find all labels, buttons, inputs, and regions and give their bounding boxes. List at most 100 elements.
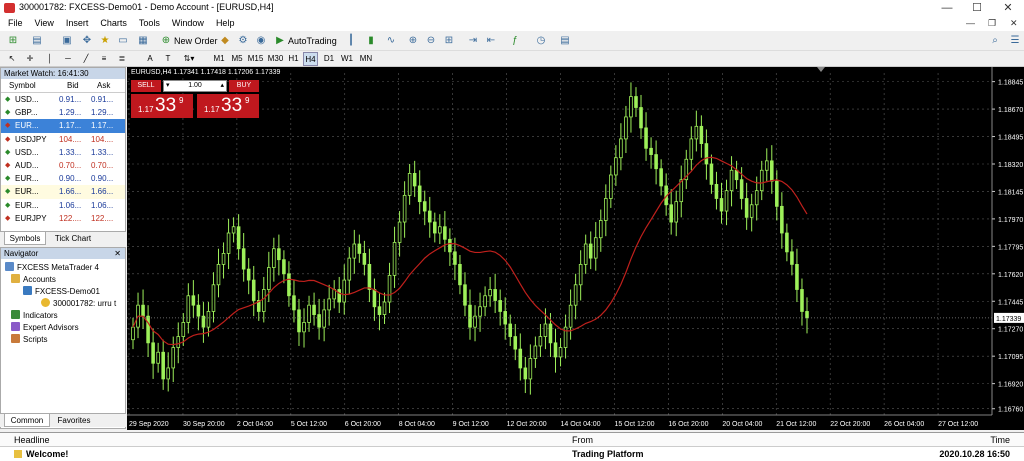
nav-account[interactable]: 300001782: urru t <box>41 298 116 309</box>
market-watch-row[interactable]: USD... 1.33... 1.33... <box>1 146 125 159</box>
bid-column-header[interactable]: Bid <box>67 79 79 93</box>
menu-charts[interactable]: Charts <box>94 16 133 31</box>
chart-window[interactable]: 29 Sep 2020 30 Sep 20:00 2 Oct 04:00 5 Oct … <box>127 67 1024 430</box>
timeframe-h4[interactable]: H4 <box>303 52 318 66</box>
navigator-icon[interactable]: ★ <box>98 34 112 48</box>
market-watch-row[interactable]: EUR... 0.90... 0.90... <box>1 172 125 185</box>
tile-windows-icon[interactable]: ⊞ <box>442 34 456 48</box>
child-close-button[interactable]: ✕ <box>1010 16 1018 31</box>
arrows-icon[interactable]: ⇅▾ <box>180 52 198 66</box>
timeframe-m5[interactable]: M5 <box>230 52 244 66</box>
tab-symbols[interactable]: Symbols <box>4 232 46 245</box>
lot-size-input[interactable]: ▾ 1.00 ▴ <box>163 80 227 92</box>
periods-icon[interactable]: ◷ <box>534 34 548 48</box>
tab-favorites[interactable]: Favorites <box>52 414 96 427</box>
label-icon[interactable]: T <box>162 52 174 66</box>
zoom-in-icon[interactable]: ⊕ <box>406 34 420 48</box>
maximize-button[interactable]: ☐ <box>962 0 992 16</box>
timeframe-h1[interactable]: H1 <box>287 52 300 66</box>
market-watch-row[interactable]: AUD... 0.70... 0.70... <box>1 159 125 172</box>
candle-body <box>764 160 769 171</box>
channel-icon[interactable]: ≡ <box>98 52 110 66</box>
lot-decrease-icon[interactable]: ▾ <box>166 81 170 91</box>
candle-body <box>709 163 714 185</box>
tab-tick-chart[interactable]: Tick Chart <box>50 232 96 245</box>
child-minimize-button[interactable]: — <box>966 16 975 31</box>
market-watch-row[interactable]: GBP... 1.29... 1.29... <box>1 106 125 119</box>
timeframe-w1[interactable]: W1 <box>340 52 354 66</box>
navigator-close-icon[interactable]: ✕ <box>114 248 121 259</box>
data-window-icon[interactable]: ✥ <box>80 34 94 48</box>
timeframe-m1[interactable]: M1 <box>212 52 226 66</box>
profiles-icon[interactable]: ▤ <box>30 34 44 48</box>
tab-common[interactable]: Common <box>4 414 50 427</box>
market-watch-row[interactable]: USD... 0.91... 0.91... <box>1 93 125 106</box>
candlestick-icon[interactable]: ▮ <box>364 34 378 48</box>
horizontal-line-icon[interactable]: ─ <box>62 52 74 66</box>
sell-price-button[interactable]: 1.17 33 9 <box>131 94 193 118</box>
symbol-column-header[interactable]: Symbol <box>9 79 36 93</box>
indicators-icon[interactable]: ƒ <box>508 34 522 48</box>
text-icon[interactable]: A <box>144 52 156 66</box>
terminal-icon[interactable]: ▭ <box>116 34 130 48</box>
vertical-line-icon[interactable]: │ <box>44 52 56 66</box>
chart-shift-icon[interactable]: ⇤ <box>484 34 498 48</box>
timeframe-mn[interactable]: MN <box>358 52 374 66</box>
minimize-button[interactable]: — <box>932 0 962 16</box>
market-watch-row[interactable]: EUR... 1.66... 1.66... <box>1 185 125 199</box>
nav-root[interactable]: FXCESS MetaTrader 4 <box>5 262 99 273</box>
timeframe-d1[interactable]: D1 <box>322 52 336 66</box>
table-row[interactable]: Welcome! Trading Platform 2020.10.28 16:… <box>0 447 1024 461</box>
fibonacci-icon[interactable]: ≣ <box>116 52 128 66</box>
timeframe-m15[interactable]: M15 <box>247 52 264 66</box>
from-column-header[interactable]: From <box>572 433 593 447</box>
nav-account-label: 300001782: urru t <box>53 299 117 308</box>
market-watch-row[interactable]: EUR... 1.17... 1.17... <box>1 119 125 133</box>
search-icon[interactable]: ⌕ <box>988 34 1002 48</box>
templates-icon[interactable]: ▤ <box>558 34 572 48</box>
menu-view[interactable]: View <box>29 16 60 31</box>
signals-icon[interactable]: ◉ <box>254 34 268 48</box>
sell-button[interactable]: SELL <box>131 80 161 92</box>
new-chart-icon[interactable]: ⊞ <box>6 34 20 48</box>
crosshair-icon[interactable]: ✛ <box>24 52 36 66</box>
ask-column-header[interactable]: Ask <box>97 79 110 93</box>
nav-accounts[interactable]: Accounts <box>11 274 56 285</box>
strategy-tester-icon[interactable]: ▦ <box>136 34 150 48</box>
child-restore-button[interactable]: ❐ <box>988 16 996 31</box>
menu-insert[interactable]: Insert <box>60 16 95 31</box>
market-watch-row[interactable]: USDJPY 104.... 104.... <box>1 133 125 146</box>
options-icon[interactable]: ⚙ <box>236 34 250 48</box>
x-tick-label: 29 Sep 2020 <box>129 421 169 428</box>
candle-body <box>498 300 502 312</box>
market-watch-icon[interactable]: ▣ <box>60 34 74 48</box>
metaeditor-icon[interactable]: ◆ <box>218 34 232 48</box>
nav-scripts[interactable]: Scripts <box>11 334 47 345</box>
candlestick-chart[interactable]: 29 Sep 2020 30 Sep 20:00 2 Oct 04:00 5 Oct … <box>127 67 1024 430</box>
zoom-out-icon[interactable]: ⊖ <box>424 34 438 48</box>
line-chart-icon[interactable]: ∿ <box>384 34 398 48</box>
buy-price-button[interactable]: 1.17 33 9 <box>197 94 259 118</box>
nav-server[interactable]: FXCESS-Demo01 <box>23 286 100 297</box>
nav-experts[interactable]: Expert Advisors <box>11 322 79 333</box>
menu-help[interactable]: Help <box>210 16 241 31</box>
bar-chart-icon[interactable]: ┃ <box>344 34 358 48</box>
cursor-icon[interactable]: ↖ <box>6 52 18 66</box>
menu-tools[interactable]: Tools <box>133 16 166 31</box>
autotrading-button[interactable]: ▶ AutoTrading <box>274 33 337 49</box>
time-column-header[interactable]: Time <box>990 433 1010 447</box>
new-order-button[interactable]: ⊕ New Order <box>160 33 218 49</box>
menu-file[interactable]: File <box>2 16 29 31</box>
buy-button[interactable]: BUY <box>229 80 259 92</box>
headline-column-header[interactable]: Headline <box>14 433 50 447</box>
auto-scroll-icon[interactable]: ⇥ <box>466 34 480 48</box>
nav-indicators[interactable]: Indicators <box>11 310 58 321</box>
trendline-icon[interactable]: ╱ <box>80 52 92 66</box>
lot-increase-icon[interactable]: ▴ <box>220 81 224 91</box>
market-watch-row[interactable]: EUR... 1.06... 1.06... <box>1 199 125 212</box>
close-button[interactable]: ✕ <box>993 0 1023 16</box>
community-icon[interactable]: ☰ <box>1008 34 1022 48</box>
market-watch-row[interactable]: EURJPY 122.... 122.... <box>1 212 125 225</box>
menu-window[interactable]: Window <box>166 16 210 31</box>
timeframe-m30[interactable]: M30 <box>267 52 284 66</box>
